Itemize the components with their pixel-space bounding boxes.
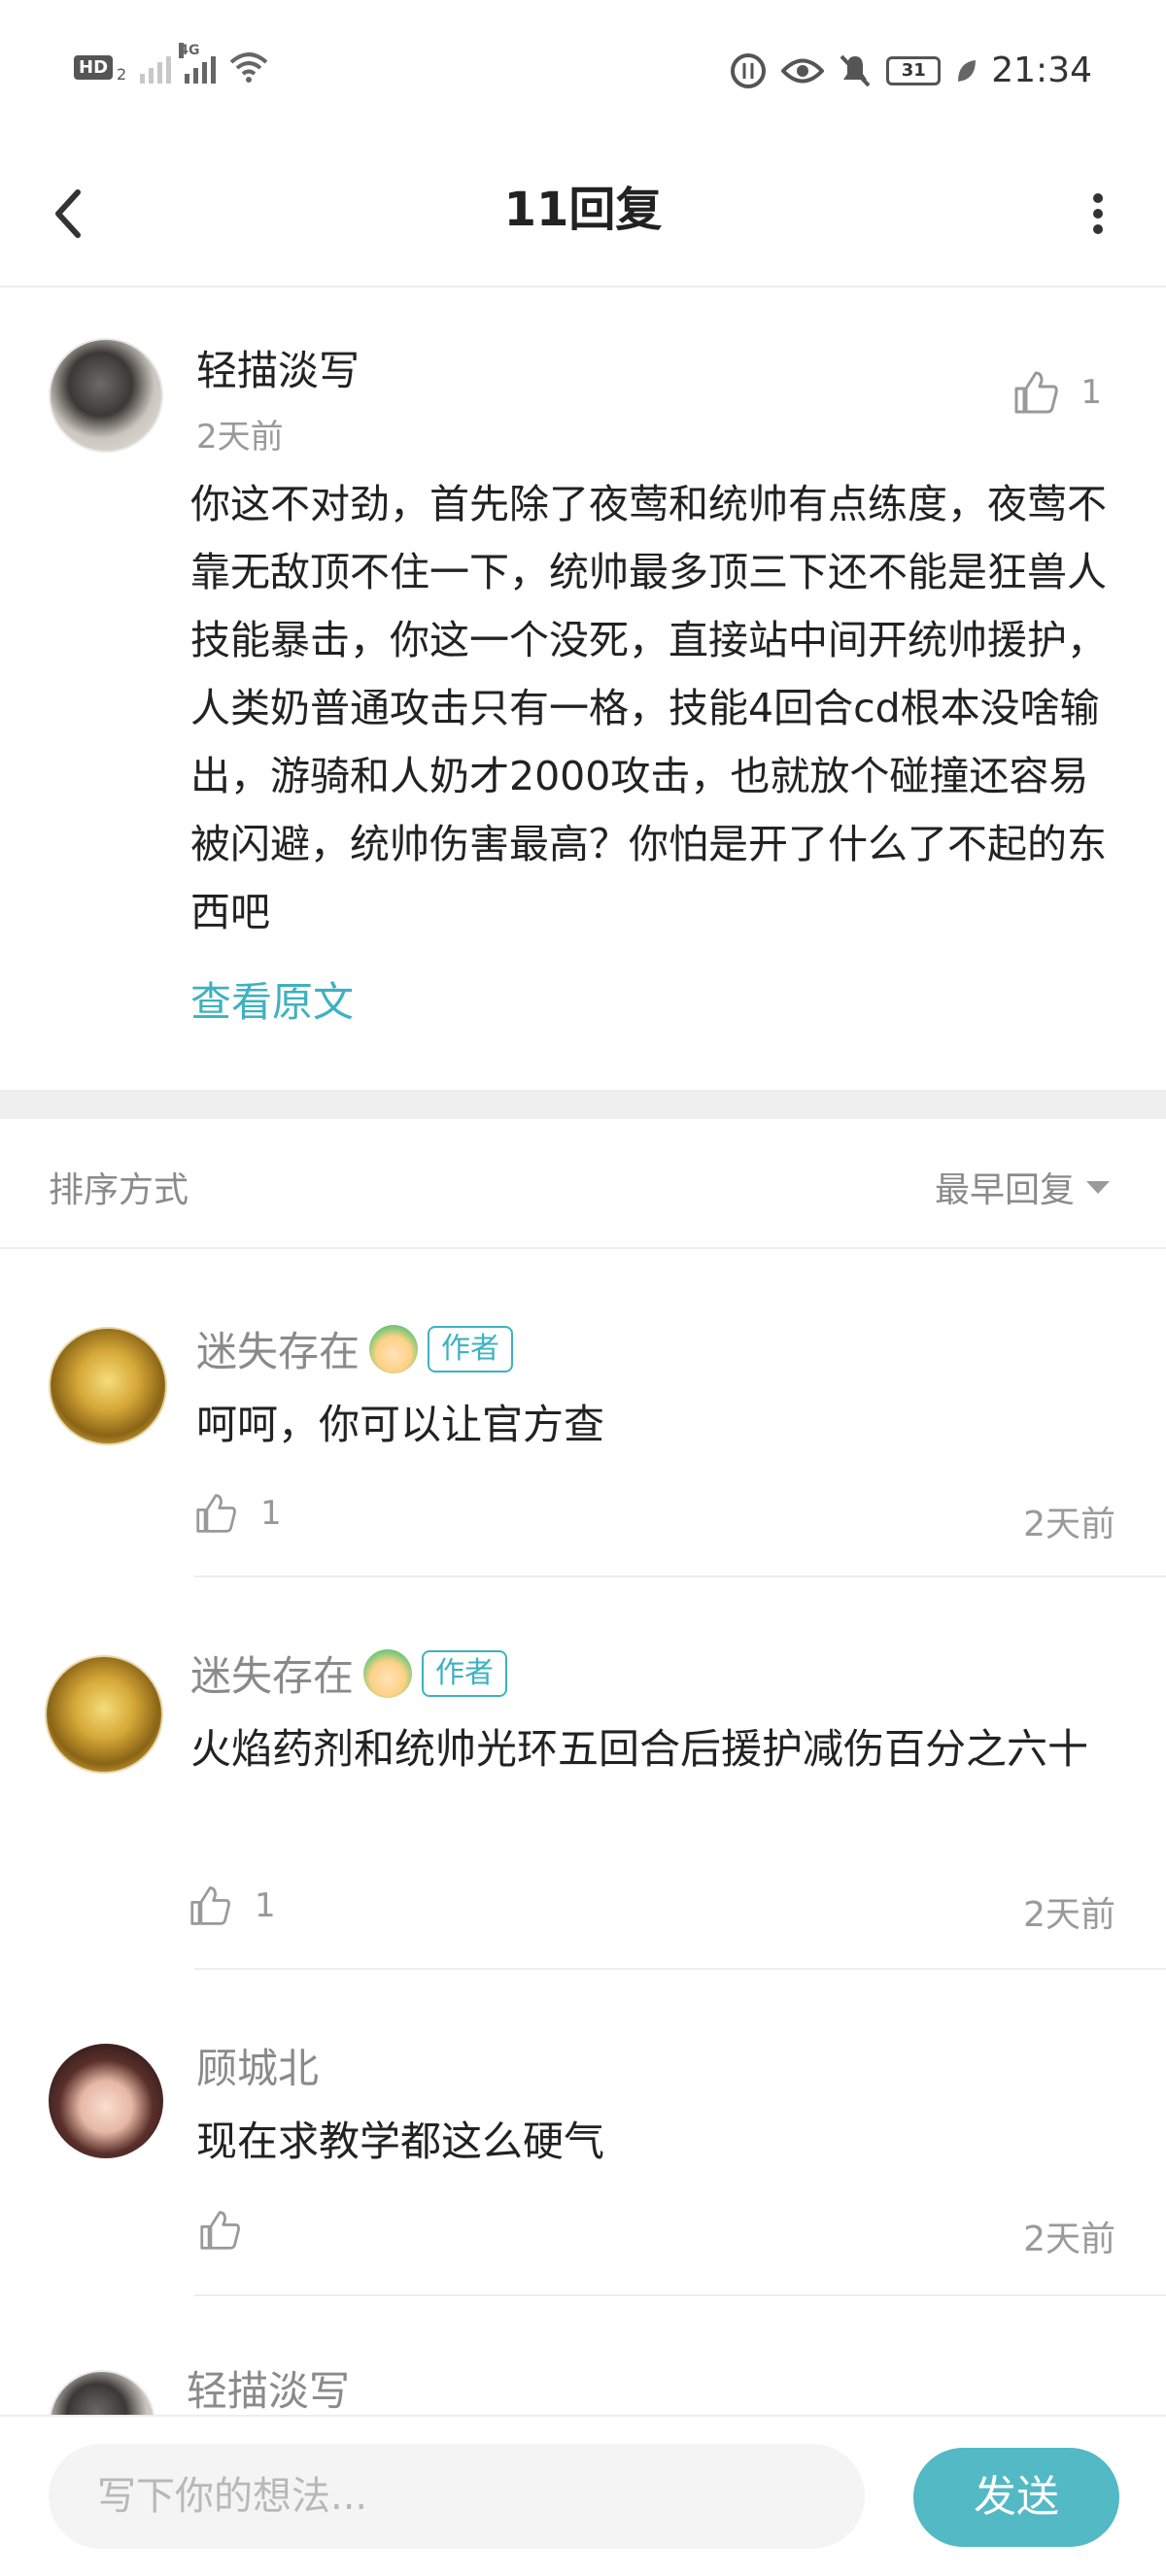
signal-icon-sim1 bbox=[140, 51, 172, 84]
wifi-icon bbox=[229, 52, 268, 83]
avatar[interactable] bbox=[49, 1327, 167, 1445]
thumbs-up-icon bbox=[200, 2211, 240, 2250]
reply-item: 迷失存在 作者 呵呵，你可以让官方查 1 2天前 bbox=[0, 1251, 1166, 1577]
avatar[interactable] bbox=[49, 2044, 163, 2158]
data-saver-icon bbox=[731, 52, 767, 88]
more-vertical-icon bbox=[1093, 193, 1103, 234]
reply-username-row: 迷失存在 作者 bbox=[190, 1644, 508, 1703]
thumbs-up-icon bbox=[190, 1886, 230, 1925]
like-count: 1 bbox=[255, 1886, 276, 1925]
author-badge: 作者 bbox=[422, 1649, 508, 1697]
reply-text: 现在求教学都这么硬气 bbox=[196, 2118, 605, 2165]
author-badge: 作者 bbox=[428, 1325, 514, 1373]
reply-username[interactable]: 顾城北 bbox=[196, 2036, 319, 2095]
reply-time: 2天前 bbox=[1023, 2220, 1115, 2259]
status-bar-right: 31 21:34 bbox=[729, 51, 1092, 90]
send-button[interactable]: 发送 bbox=[913, 2448, 1119, 2547]
user-level-icon bbox=[363, 1648, 413, 1698]
hd-sub-label: 2 bbox=[117, 64, 127, 84]
network-type-label: 4G bbox=[179, 43, 200, 58]
sort-value-label: 最早回复 bbox=[934, 1170, 1075, 1210]
reply-username-row: 顾城北 bbox=[196, 2036, 319, 2095]
hd-badge: HD bbox=[74, 54, 114, 80]
sort-bar: 排序方式 最早回复 bbox=[0, 1119, 1166, 1249]
comment-username[interactable]: 轻描淡写 bbox=[196, 338, 360, 397]
status-bar-left: HD 2 4G bbox=[74, 43, 268, 84]
like-button[interactable]: 1 bbox=[194, 1492, 282, 1535]
sort-dropdown[interactable]: 最早回复 bbox=[935, 1162, 1110, 1212]
reply-username-row: 轻描淡写 bbox=[187, 2358, 350, 2415]
original-comment: 轻描淡写 2天前 1 你这不对劲，首先除了夜莺和统帅有点练度，夜莺不靠无敌顶不住… bbox=[0, 289, 1166, 1090]
like-button[interactable]: 1 bbox=[1012, 369, 1102, 416]
thumbs-up-icon bbox=[196, 1494, 236, 1533]
view-original-link[interactable]: 查看原文 bbox=[190, 969, 354, 1029]
more-button[interactable] bbox=[1063, 175, 1121, 253]
comment-input[interactable]: 写下你的想法... bbox=[49, 2444, 865, 2549]
page-title: 11回复 bbox=[503, 183, 663, 237]
avatar[interactable] bbox=[45, 1655, 163, 1774]
sort-label: 排序方式 bbox=[49, 1170, 189, 1210]
chevron-down-icon bbox=[1086, 1180, 1110, 1194]
signal-icon-sim2: 4G bbox=[179, 43, 217, 84]
reply-text: 火焰药剂和统帅光环五回合后援护减伤百分之六十 bbox=[190, 1725, 1089, 1773]
mute-bell-icon bbox=[840, 54, 871, 86]
avatar[interactable] bbox=[49, 338, 163, 453]
like-count: 1 bbox=[260, 1494, 282, 1533]
reply-time: 2天前 bbox=[1023, 1895, 1115, 1935]
status-time: 21:34 bbox=[991, 51, 1092, 90]
status-bar: HD 2 4G 31 21:34 bbox=[0, 0, 1166, 146]
avatar[interactable] bbox=[49, 2370, 155, 2415]
reply-time: 2天前 bbox=[1023, 1505, 1115, 1544]
reply-item: 顾城北 现在求教学都这么硬气 2天前 bbox=[0, 1970, 1166, 2296]
nav-bar: 11回复 bbox=[0, 146, 1166, 288]
reply-username[interactable]: 迷失存在 bbox=[196, 1319, 360, 1378]
section-divider bbox=[0, 1090, 1166, 1119]
comment-input-bar: 写下你的想法... 发送 bbox=[0, 2415, 1166, 2576]
reply-divider bbox=[194, 2294, 1166, 2296]
reply-item: 轻描淡写 bbox=[0, 2351, 1166, 2415]
reply-text: 呵呵，你可以让官方查 bbox=[196, 1401, 605, 1448]
reply-username-row: 迷失存在 作者 bbox=[196, 1319, 514, 1378]
comment-text: 你这不对劲，首先除了夜莺和统帅有点练度，夜莺不靠无敌顶不住一下，统帅最多顶三下还… bbox=[190, 481, 1107, 935]
like-button[interactable] bbox=[198, 2209, 264, 2252]
leaf-icon bbox=[958, 59, 977, 82]
thumbs-up-icon bbox=[1014, 371, 1059, 414]
user-level-icon bbox=[369, 1324, 419, 1373]
reply-username[interactable]: 迷失存在 bbox=[190, 1644, 354, 1703]
reply-item: 迷失存在 作者 火焰药剂和统帅光环五回合后援护减伤百分之六十 1 2天前 bbox=[0, 1577, 1166, 1970]
like-button[interactable]: 1 bbox=[189, 1884, 276, 1927]
like-count: 1 bbox=[1080, 373, 1102, 412]
eye-comfort-icon bbox=[781, 58, 825, 83]
reply-username[interactable]: 轻描淡写 bbox=[187, 2358, 350, 2415]
comment-time: 2天前 bbox=[196, 418, 284, 457]
battery-icon: 31 bbox=[886, 55, 942, 85]
